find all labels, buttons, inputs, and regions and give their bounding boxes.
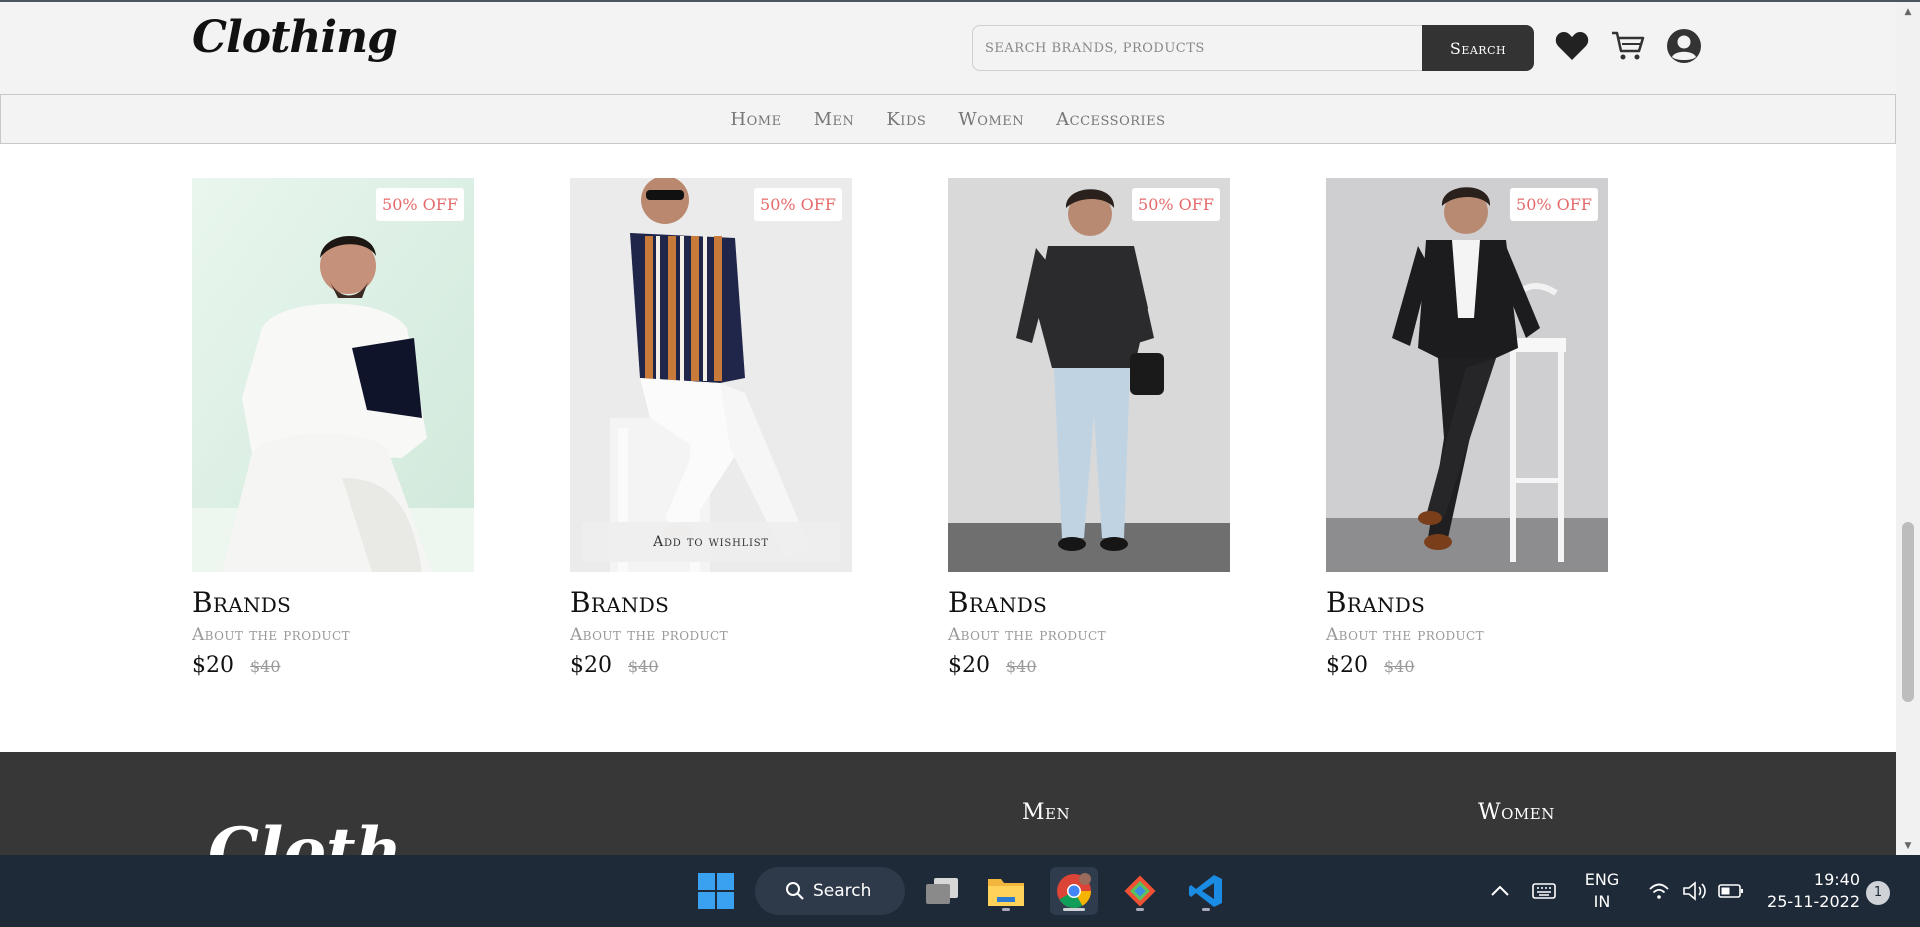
cart-icon[interactable] bbox=[1608, 26, 1648, 66]
battery-icon[interactable] bbox=[1718, 855, 1744, 927]
product-about: About the product bbox=[1326, 625, 1484, 645]
search-button[interactable]: Search bbox=[1422, 25, 1534, 71]
product-price: $20 bbox=[570, 653, 612, 678]
app-running-indicator bbox=[1202, 908, 1210, 911]
notification-badge[interactable]: 1 bbox=[1866, 881, 1890, 905]
main-nav: Home Men Kids Women Accessories bbox=[0, 94, 1896, 144]
nav-item-home[interactable]: Home bbox=[714, 109, 797, 130]
taskbar-search[interactable]: Search bbox=[755, 867, 905, 915]
task-view-icon[interactable] bbox=[918, 867, 966, 915]
product-brand[interactable]: Brands bbox=[948, 586, 1230, 619]
footer-logo[interactable]: Cloth bbox=[208, 814, 402, 855]
product-brand[interactable]: Brands bbox=[192, 586, 474, 619]
windows-start-icon[interactable] bbox=[692, 867, 740, 915]
app-active-indicator bbox=[1063, 908, 1085, 911]
site-header: Clothing Search bbox=[0, 2, 1896, 94]
product-card[interactable]: 50% OFF Brands About the product $20 $40 bbox=[948, 178, 1230, 678]
nav-item-women[interactable]: Women bbox=[942, 109, 1040, 130]
product-photo bbox=[192, 178, 474, 572]
app-running-indicator bbox=[1136, 908, 1144, 911]
heart-icon[interactable] bbox=[1552, 26, 1592, 66]
scroll-thumb[interactable] bbox=[1902, 522, 1914, 702]
discount-badge: 50% OFF bbox=[1510, 188, 1598, 221]
footer-heading-men: Men bbox=[1022, 800, 1071, 825]
chrome-icon[interactable] bbox=[1050, 867, 1098, 915]
price-row: $20 $40 bbox=[948, 653, 1230, 678]
keyboard-icon[interactable] bbox=[1532, 855, 1556, 927]
discount-badge: 50% OFF bbox=[754, 188, 842, 221]
product-about: About the product bbox=[948, 625, 1106, 645]
footer-heading-women: Women bbox=[1478, 800, 1555, 825]
product-image[interactable]: 50% OFF Add to wishlist bbox=[570, 178, 852, 572]
product-image[interactable]: 50% OFF bbox=[1326, 178, 1608, 572]
product-image[interactable]: 50% OFF bbox=[948, 178, 1230, 572]
nav-item-accessories[interactable]: Accessories bbox=[1040, 109, 1181, 130]
product-old-price: $40 bbox=[628, 657, 659, 676]
taskbar-search-label: Search bbox=[813, 881, 872, 901]
product-old-price: $40 bbox=[250, 657, 281, 676]
product-old-price: $40 bbox=[1006, 657, 1037, 676]
user-icon[interactable] bbox=[1664, 26, 1704, 66]
product-image[interactable]: 50% OFF bbox=[192, 178, 474, 572]
product-photo bbox=[570, 178, 852, 572]
nav-item-men[interactable]: Men bbox=[798, 109, 871, 130]
price-row: $20 $40 bbox=[1326, 653, 1608, 678]
product-old-price: $40 bbox=[1384, 657, 1415, 676]
add-to-wishlist-button[interactable]: Add to wishlist bbox=[582, 522, 840, 562]
discount-badge: 50% OFF bbox=[376, 188, 464, 221]
product-about: About the product bbox=[570, 625, 728, 645]
windows-taskbar: Search ENG IN 19:40 25-11-2022 1 bbox=[0, 855, 1920, 927]
product-card[interactable]: 50% OFF Add to wishlist Brands About the… bbox=[570, 178, 852, 678]
product-card[interactable]: 50% OFF Brands About the product $20 $40 bbox=[1326, 178, 1608, 678]
discount-badge: 50% OFF bbox=[1132, 188, 1220, 221]
file-explorer-icon[interactable] bbox=[982, 867, 1030, 915]
vscode-icon[interactable] bbox=[1182, 867, 1230, 915]
page-scrollbar[interactable]: ▲ ▼ bbox=[1896, 2, 1920, 855]
app-running-indicator bbox=[1002, 908, 1010, 911]
volume-icon[interactable] bbox=[1682, 855, 1708, 927]
search-icon bbox=[786, 882, 804, 900]
git-icon[interactable] bbox=[1116, 867, 1164, 915]
product-about: About the product bbox=[192, 625, 350, 645]
product-brand[interactable]: Brands bbox=[570, 586, 852, 619]
scroll-up-icon[interactable]: ▲ bbox=[1902, 6, 1914, 18]
nav-item-kids[interactable]: Kids bbox=[870, 109, 942, 130]
clock-time: 19:40 bbox=[1813, 870, 1860, 889]
browser-viewport: Clothing Search Home Men Kids Women Acce… bbox=[0, 0, 1920, 855]
scroll-down-icon[interactable]: ▼ bbox=[1902, 840, 1914, 852]
price-row: $20 $40 bbox=[570, 653, 852, 678]
site-logo[interactable]: Clothing bbox=[192, 12, 398, 63]
product-photo bbox=[948, 178, 1230, 572]
product-price: $20 bbox=[1326, 653, 1368, 678]
clock-date: 25-11-2022 bbox=[1767, 892, 1860, 911]
product-price: $20 bbox=[192, 653, 234, 678]
product-brand[interactable]: Brands bbox=[1326, 586, 1608, 619]
product-card[interactable]: 50% OFF Brands About the product $20 $40 bbox=[192, 178, 474, 678]
language-indicator[interactable]: ENG IN bbox=[1580, 869, 1624, 913]
wifi-icon[interactable] bbox=[1648, 855, 1670, 927]
product-photo bbox=[1326, 178, 1608, 572]
product-price: $20 bbox=[948, 653, 990, 678]
price-row: $20 $40 bbox=[192, 653, 474, 678]
search-input[interactable] bbox=[972, 25, 1424, 71]
show-hidden-icons-icon[interactable] bbox=[1490, 855, 1510, 927]
language-code: ENG bbox=[1584, 870, 1620, 889]
clock[interactable]: 19:40 25-11-2022 bbox=[1760, 869, 1860, 913]
site-footer: Cloth Men Women bbox=[0, 752, 1896, 855]
region-code: IN bbox=[1593, 892, 1611, 911]
